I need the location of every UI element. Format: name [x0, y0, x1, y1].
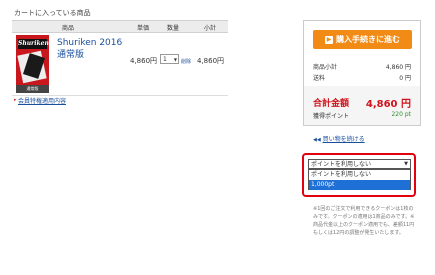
coupon-note: ※1回のご注文で利用できるクーポンは1枚のみです。クーポンの適用は1商品のみです… [313, 206, 415, 236]
header-subtotal: 小計 [204, 25, 217, 32]
checkout-label: 購入手続きに進む [336, 35, 400, 44]
summary-label-shipping: 送料 [313, 75, 326, 82]
cart-header: 商品 単価 数量 小計 [12, 20, 228, 33]
header-unit-price: 単価 [137, 25, 150, 32]
header-product: 商品 [62, 25, 75, 32]
double-chevron-left-icon: ◀◀ [313, 137, 321, 143]
item-subtotal: 4,860円 [197, 57, 225, 65]
points-option[interactable]: 1,000pt [309, 180, 410, 190]
thumbnail-badge: 通常版 [16, 85, 49, 93]
points-value: 220 pt [391, 111, 411, 118]
chevron-down-icon: ▼ [404, 161, 408, 167]
quantity-select[interactable]: 1 ▼ [160, 54, 179, 64]
delete-link[interactable]: 削除 [181, 58, 191, 65]
chevron-down-icon: ▼ [173, 57, 177, 62]
unit-price: 4,860円 [130, 57, 158, 65]
product-name-line1: Shuriken 2016 [57, 38, 123, 48]
points-options-list: ポイントを利用しない 1,000pt [308, 169, 411, 190]
cart-title: カートに入っている商品 [14, 9, 91, 17]
product-thumbnail[interactable]: Shuriken 通常版 [16, 35, 49, 93]
checkout-button[interactable]: ▶ 購入手続きに進む [313, 30, 412, 49]
summary-value-shipping: 0 円 [399, 75, 411, 82]
summary-label-subtotal: 商品小計 [313, 64, 338, 71]
arrow-right-icon: ▶ [325, 36, 333, 44]
total-label: 合計金額 [313, 99, 350, 109]
thumbnail-title: Shuriken [18, 39, 49, 49]
total-value: 4,860 円 [365, 99, 411, 110]
points-select[interactable]: ポイントを利用しない ▼ [308, 159, 411, 169]
summary-value-subtotal: 4,860 円 [385, 64, 411, 71]
points-label: 獲得ポイント [313, 113, 350, 120]
quantity-value: 1 [163, 56, 167, 63]
product-name-link[interactable]: Shuriken 2016 通常版 [57, 37, 122, 61]
continue-shopping-label: 買い物を続ける [322, 136, 365, 143]
bullet-icon: ▸ [14, 97, 17, 103]
points-option[interactable]: ポイントを利用しない [309, 170, 410, 180]
member-benefits-link[interactable]: 会員特権適用内容 [18, 96, 66, 105]
continue-shopping-link[interactable]: ◀◀ 買い物を続ける [313, 134, 365, 143]
header-quantity: 数量 [167, 25, 180, 32]
points-select-value: ポイントを利用しない [311, 161, 372, 168]
product-name-line2: 通常版 [57, 50, 85, 60]
